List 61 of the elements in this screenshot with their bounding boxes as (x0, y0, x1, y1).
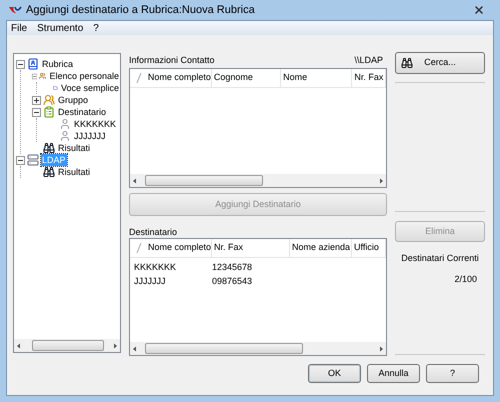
minus-icon[interactable] (16, 60, 25, 68)
table-cell-text: 09876543 (212, 275, 254, 288)
minus-icon[interactable] (32, 108, 41, 116)
dialog-button[interactable]: Annulla (367, 364, 420, 383)
tree-item[interactable]: KKKKKKK (73, 118, 118, 130)
column-header[interactable]: Nome azienda (290, 239, 352, 257)
list-view[interactable]: Nome completo Nr. Fax Nome azienda Ufficio KKKKKKK 12345678 JJJJJJJ 09876543 (129, 238, 387, 356)
column-header[interactable]: Cognome (212, 69, 282, 87)
menu-item[interactable]: ? (89, 20, 103, 36)
binoculars-icon (43, 142, 55, 154)
column-header[interactable]: Nr. Fax (212, 239, 290, 257)
server-icon (27, 154, 39, 166)
tree-view[interactable]: Rubrica Elenco personale Voce semplice Gruppo Destinatario KKKKKKK JJJJJJJ Risultati LDAP Risultati (13, 53, 121, 353)
tree-item[interactable]: JJJJJJJ (73, 130, 106, 142)
binoculars-icon (43, 166, 55, 178)
plus-icon[interactable] (32, 96, 41, 104)
people-icon (39, 70, 46, 82)
column-header[interactable]: Ufficio (352, 239, 386, 257)
tree-item[interactable]: Risultati (57, 142, 92, 154)
horizontal-scrollbar[interactable] (130, 342, 386, 355)
path-label: \\LDAP (354, 54, 383, 67)
tree-item[interactable]: Gruppo (57, 94, 90, 106)
table-cell-text: KKKKKKK (133, 261, 178, 274)
column-grip-icon (135, 72, 143, 84)
column-header[interactable]: Nome completo (146, 239, 212, 257)
search-button[interactable]: Cerca... (395, 52, 485, 74)
group-icon (43, 94, 55, 106)
counter-label: Destinatari Correnti (400, 252, 480, 265)
dialog-button[interactable]: OK (308, 364, 361, 383)
person-icon (59, 118, 71, 130)
menu-item[interactable]: Strumento (33, 20, 88, 36)
column-grip-icon (135, 242, 143, 254)
scrollbar-thumb[interactable] (32, 340, 104, 351)
horizontal-scrollbar[interactable] (14, 339, 120, 352)
tree-item[interactable]: Rubrica (41, 58, 74, 70)
menu-item[interactable]: File (7, 20, 32, 36)
binoculars-icon (401, 57, 413, 69)
close-icon (473, 4, 485, 16)
window-title: Aggiungi destinatario a Rubrica:Nuova Rubrica (26, 2, 256, 18)
tree-item[interactable]: Risultati (57, 166, 92, 178)
dialog-button[interactable]: ? (426, 364, 479, 383)
table-cell-text: 12345678 (212, 261, 254, 274)
minus-icon[interactable] (16, 156, 25, 164)
list-view[interactable]: Nome completo Cognome Nome Nr. Fax (129, 68, 387, 188)
clipboard-icon (43, 106, 55, 118)
counter-value: 2/100 (453, 272, 478, 286)
scrollbar-thumb[interactable] (145, 343, 303, 354)
tree-item[interactable]: Voce semplice (60, 82, 120, 94)
table-cell-text: JJJJJJJ (133, 275, 166, 288)
book-icon (27, 58, 39, 70)
scrollbar-thumb[interactable] (145, 175, 263, 186)
tree-item[interactable]: Elenco personale (48, 70, 120, 82)
column-header[interactable]: Nome (281, 69, 352, 87)
person-icon (59, 130, 71, 142)
section-label: Destinatario (129, 226, 178, 238)
tree-item[interactable]: Destinatario (57, 106, 108, 118)
column-header[interactable]: Nr. Fax (352, 69, 386, 87)
column-header[interactable]: Nome completo (146, 69, 212, 87)
app-logo-icon (8, 5, 22, 15)
section-label: Informazioni Contatto (129, 54, 215, 67)
horizontal-scrollbar[interactable] (130, 174, 386, 187)
